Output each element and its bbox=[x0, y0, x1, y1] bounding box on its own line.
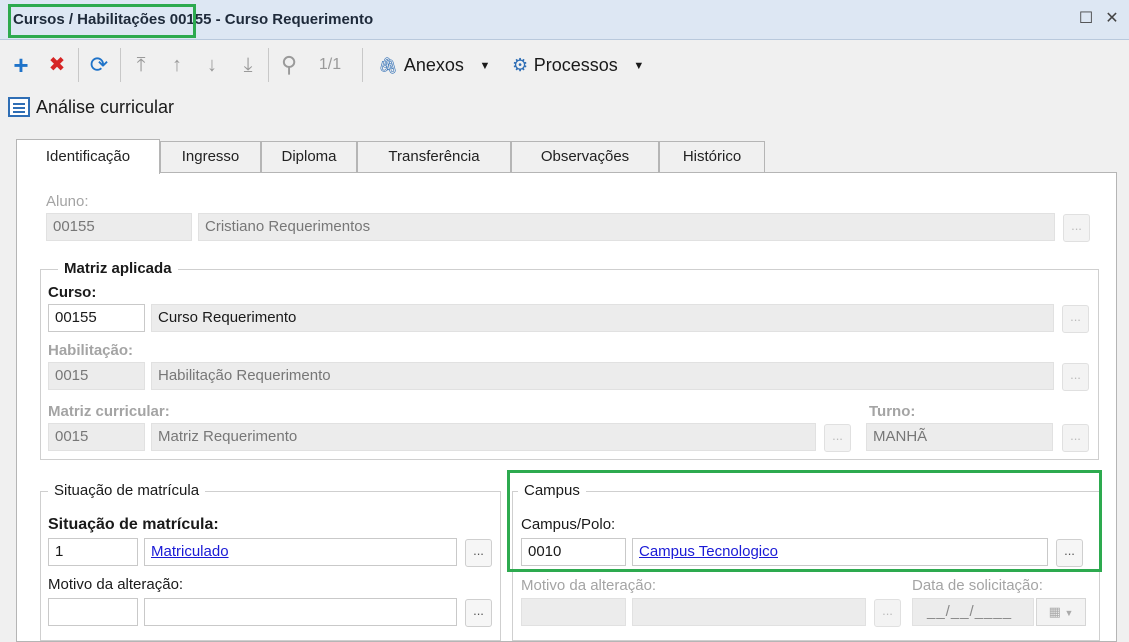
enrollment-reason-code-field[interactable] bbox=[48, 598, 138, 626]
toolbar-separator bbox=[268, 48, 269, 82]
tab-observacoes[interactable]: Observações bbox=[511, 141, 659, 173]
processes-label: Processos bbox=[533, 55, 618, 75]
request-date-field[interactable]: __/__/____ bbox=[912, 598, 1034, 626]
maximize-icon[interactable]: ☐ bbox=[1076, 9, 1096, 29]
campus-reason-label: Motivo da alteração: bbox=[521, 577, 657, 594]
course-name-field: Curso Requerimento bbox=[151, 304, 1054, 332]
campus-name-link[interactable]: Campus Tecnologico bbox=[632, 538, 1048, 566]
title-record: 00155 - Curso Requerimento bbox=[169, 11, 374, 28]
habilitation-label: Habilitação: bbox=[48, 342, 134, 359]
habilitation-lookup-button[interactable]: ... bbox=[1062, 363, 1089, 391]
enrollment-status-label: Situação de matrícula: bbox=[48, 516, 219, 533]
last-record-icon[interactable]: ⤓ bbox=[235, 52, 261, 78]
tab-identificacao[interactable]: Identificação bbox=[16, 139, 160, 174]
previous-record-icon[interactable]: ↑ bbox=[164, 52, 190, 78]
enrollment-status-lookup-button[interactable]: ... bbox=[465, 539, 492, 567]
chevron-down-icon: ▼ bbox=[1064, 608, 1074, 618]
student-code-field: 00155 bbox=[46, 213, 192, 241]
curricular-analysis-icon bbox=[8, 97, 30, 117]
gear-icon: ⚙ bbox=[512, 55, 529, 75]
campus-reason-code-field bbox=[521, 598, 626, 626]
attachments-label: Anexos bbox=[403, 55, 464, 75]
campus-code-field[interactable]: 0010 bbox=[521, 538, 626, 566]
request-date-label: Data de solicitação: bbox=[912, 577, 1043, 594]
section-title: Análise curricular bbox=[8, 95, 174, 119]
search-icon[interactable]: ⚲ bbox=[276, 52, 302, 78]
toolbar-separator bbox=[362, 48, 363, 82]
campus-reason-name-field bbox=[632, 598, 866, 626]
student-label: Aluno: bbox=[46, 193, 89, 210]
enrollment-status-name-link[interactable]: Matriculado bbox=[144, 538, 457, 566]
tab-historico[interactable]: Histórico bbox=[659, 141, 765, 173]
curricular-matrix-code-field: 0015 bbox=[48, 423, 145, 451]
tab-diploma[interactable]: Diploma bbox=[261, 141, 357, 173]
enrollment-status-code-field[interactable]: 1 bbox=[48, 538, 138, 566]
toolbar-separator bbox=[120, 48, 121, 82]
chevron-down-icon: ▼ bbox=[479, 60, 491, 72]
add-icon[interactable]: + bbox=[8, 52, 34, 78]
applied-matrix-title: Matriz aplicada bbox=[58, 260, 178, 277]
chevron-down-icon: ▼ bbox=[633, 60, 645, 72]
calendar-icon: ▦ bbox=[1048, 604, 1061, 619]
refresh-icon[interactable]: ⟳ bbox=[86, 52, 112, 78]
enrollment-reason-lookup-button[interactable]: ... bbox=[465, 599, 492, 627]
enrollment-reason-name-field[interactable] bbox=[144, 598, 457, 626]
shift-label: Turno: bbox=[869, 403, 916, 420]
shift-field: MANHÃ bbox=[866, 423, 1053, 451]
course-code-field[interactable]: 00155 bbox=[48, 304, 145, 332]
curricular-matrix-lookup-button[interactable]: ... bbox=[824, 424, 851, 452]
curricular-matrix-label: Matriz curricular: bbox=[48, 403, 170, 420]
section-title-text: Análise curricular bbox=[36, 97, 175, 117]
title-highlight-box bbox=[8, 4, 196, 38]
tab-transferencia[interactable]: Transferência bbox=[357, 141, 511, 173]
toolbar-separator bbox=[78, 48, 79, 82]
habilitation-name-field: Habilitação Requerimento bbox=[151, 362, 1054, 390]
shift-lookup-button[interactable]: ... bbox=[1062, 424, 1089, 452]
next-record-icon[interactable]: ↓ bbox=[199, 52, 225, 78]
student-name-field: Cristiano Requerimentos bbox=[198, 213, 1055, 241]
campus-group-title: Campus bbox=[518, 482, 586, 499]
tab-ingresso[interactable]: Ingresso bbox=[160, 141, 261, 173]
course-lookup-button[interactable]: ... bbox=[1062, 305, 1089, 333]
pager-indicator: 1/1 bbox=[318, 56, 342, 73]
curricular-matrix-name-field: Matriz Requerimento bbox=[151, 423, 816, 451]
habilitation-code-field: 0015 bbox=[48, 362, 145, 390]
course-label: Curso: bbox=[48, 284, 97, 301]
campus-label: Campus/Polo: bbox=[521, 516, 616, 533]
close-icon[interactable]: ✕ bbox=[1102, 9, 1122, 29]
calendar-dropdown-button[interactable]: ▦ ▼ bbox=[1036, 598, 1086, 626]
enrollment-status-title: Situação de matrícula bbox=[48, 482, 206, 499]
paperclip-icon: 🖇 bbox=[378, 58, 399, 75]
campus-lookup-button[interactable]: ... bbox=[1056, 539, 1083, 567]
toolbar: + ✖ ⟳ ⤒ ↑ ↓ ⤓ ⚲ 1/1 🖇 Anexos ▼ ⚙ Process… bbox=[0, 42, 1129, 88]
delete-icon[interactable]: ✖ bbox=[44, 52, 70, 78]
processes-menu-button[interactable]: ⚙ Processos ▼ bbox=[512, 52, 662, 78]
window-titlebar: Cursos / Habilitações 00155 - Curso Requ… bbox=[0, 0, 1129, 40]
campus-reason-lookup-button[interactable]: ... bbox=[874, 599, 901, 627]
student-lookup-button[interactable]: ... bbox=[1063, 214, 1090, 242]
attachments-menu-button[interactable]: 🖇 Anexos ▼ bbox=[378, 52, 498, 78]
first-record-icon[interactable]: ⤒ bbox=[128, 52, 154, 78]
enrollment-reason-label: Motivo da alteração: bbox=[48, 576, 184, 593]
